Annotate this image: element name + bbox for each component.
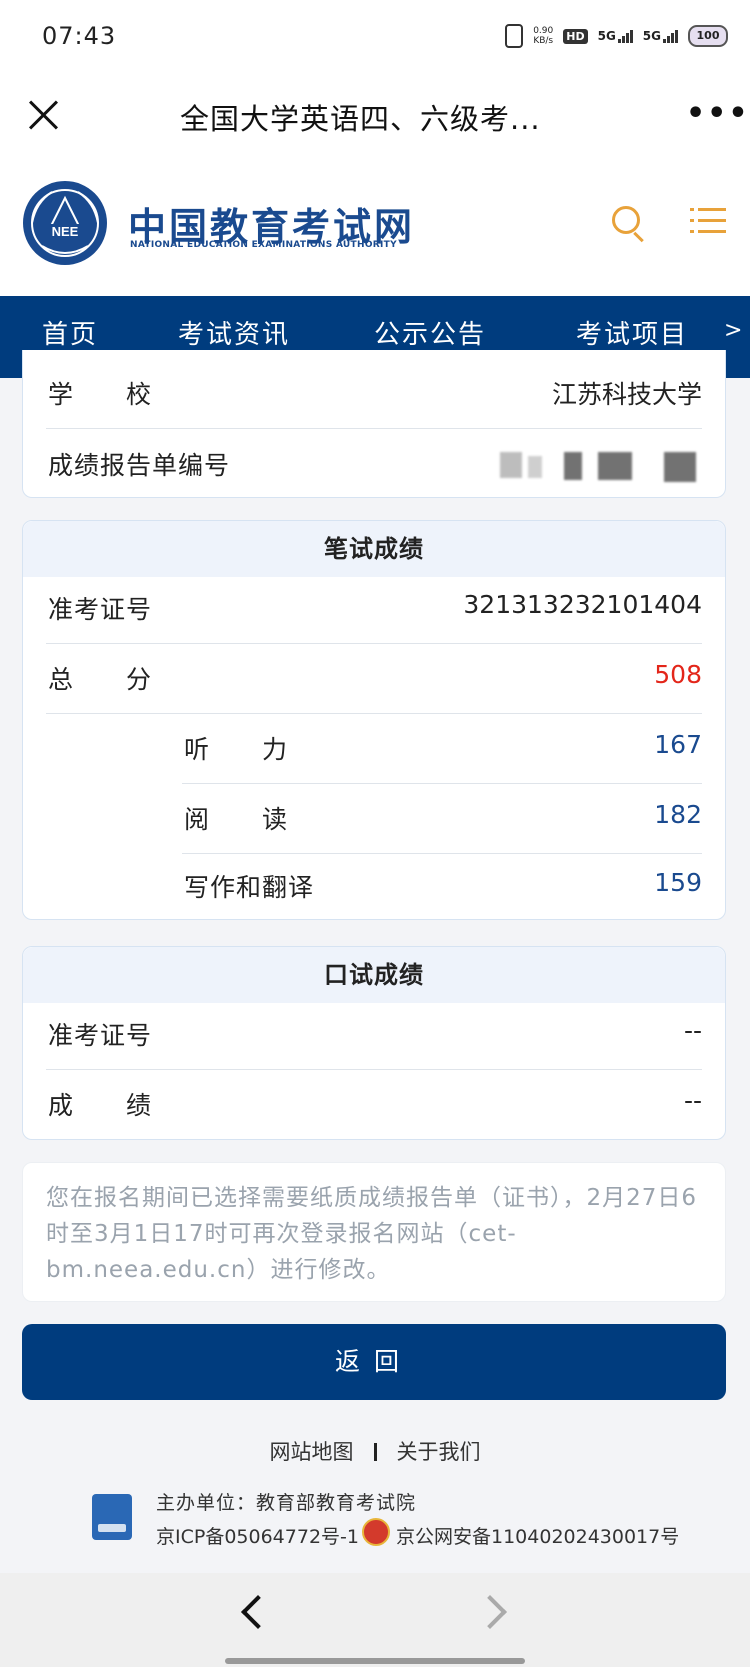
total-score-value: 508	[654, 660, 702, 689]
net-speed: 0.90 KB/s	[533, 26, 553, 46]
net-speed-unit: KB/s	[533, 36, 554, 46]
notice-text: 您在报名期间已选择需要纸质成绩报告单（证书），2月27日6时至3月1日17时可再…	[46, 1185, 698, 1283]
sim2-label: 5G	[642, 29, 661, 43]
written-score-card: 笔试成绩	[22, 520, 726, 920]
about-link[interactable]: 关于我们	[397, 1440, 481, 1464]
oral-ticket-label: 准考证号	[48, 1021, 153, 1050]
writing-label: 写作和翻译	[184, 873, 315, 902]
divider	[46, 713, 702, 714]
neea-logo-icon[interactable]: NEE	[22, 180, 108, 266]
vibrate-icon	[505, 24, 524, 48]
nav-scroll-right-icon[interactable]: >	[724, 318, 742, 343]
hd-icon: HD	[563, 28, 588, 44]
status-icons: 0.90 KB/s HD 5G 5G 100	[505, 24, 728, 48]
report-number-label: 成绩报告单编号	[48, 451, 231, 480]
sitemap-link[interactable]: 网站地图	[270, 1440, 354, 1464]
school-label: 学 校	[48, 380, 153, 409]
nav-item-home[interactable]: 首页	[42, 314, 98, 351]
sponsor-text: 主办单位：教育部教育考试院	[156, 1492, 417, 1514]
back-button[interactable]: 返回	[22, 1324, 726, 1400]
divider	[46, 428, 702, 429]
signal-icon-1: 5G	[598, 29, 633, 43]
oral-ticket-value: --	[683, 1016, 702, 1045]
divider	[182, 783, 702, 784]
oral-card-title: 口试成绩	[23, 947, 725, 1003]
nav-item-news[interactable]: 考试资讯	[178, 314, 290, 351]
page-title: 全国大学英语四、六级考...	[180, 102, 541, 136]
sim1-label: 5G	[597, 29, 616, 43]
total-score-label: 总 分	[48, 665, 153, 694]
net-speed-value: 0.90	[533, 26, 554, 36]
written-ticket-label: 准考证号	[48, 595, 153, 624]
divider	[46, 643, 702, 644]
nav-item-announcements[interactable]: 公示公告	[374, 314, 486, 351]
nav-item-exams[interactable]: 考试项目	[576, 314, 688, 351]
home-indicator[interactable]	[225, 1658, 525, 1664]
listening-label: 听 力	[184, 735, 289, 764]
browser-bottom-nav	[0, 1573, 750, 1667]
reading-value: 182	[654, 800, 702, 829]
school-value: 江苏科技大学	[551, 380, 702, 409]
search-icon[interactable]	[612, 206, 640, 234]
oral-score-label: 成 绩	[48, 1091, 153, 1120]
brand-name-en: NATIONAL EDUCATION EXAMINATIONS AUTHORIT…	[130, 240, 397, 250]
footer-links: 网站地图 关于我们	[0, 1436, 750, 1466]
police-record-link[interactable]: 京公网安备11040202430017号	[396, 1522, 679, 1549]
divider	[46, 1069, 702, 1070]
written-card-title: 笔试成绩	[23, 521, 725, 577]
icp-link[interactable]: 京ICP备05064772号-1	[156, 1522, 359, 1549]
divider	[373, 1443, 377, 1461]
logo-text: NEE	[52, 224, 79, 239]
org-badge-icon[interactable]	[92, 1494, 132, 1540]
battery-icon: 100	[688, 25, 728, 47]
oral-score-value: --	[683, 1086, 702, 1115]
reading-label: 阅 读	[184, 805, 289, 834]
status-time: 07:43	[42, 22, 117, 50]
divider	[182, 853, 702, 854]
writing-value: 159	[654, 868, 702, 897]
close-icon[interactable]	[26, 98, 60, 132]
signal-icon-2: 5G	[643, 29, 678, 43]
police-badge-icon	[362, 1518, 390, 1546]
listening-value: 167	[654, 730, 702, 759]
written-ticket-value: 321313232101404	[463, 590, 702, 619]
more-menu-button[interactable]: •••	[686, 96, 750, 131]
menu-icon[interactable]	[690, 206, 726, 236]
